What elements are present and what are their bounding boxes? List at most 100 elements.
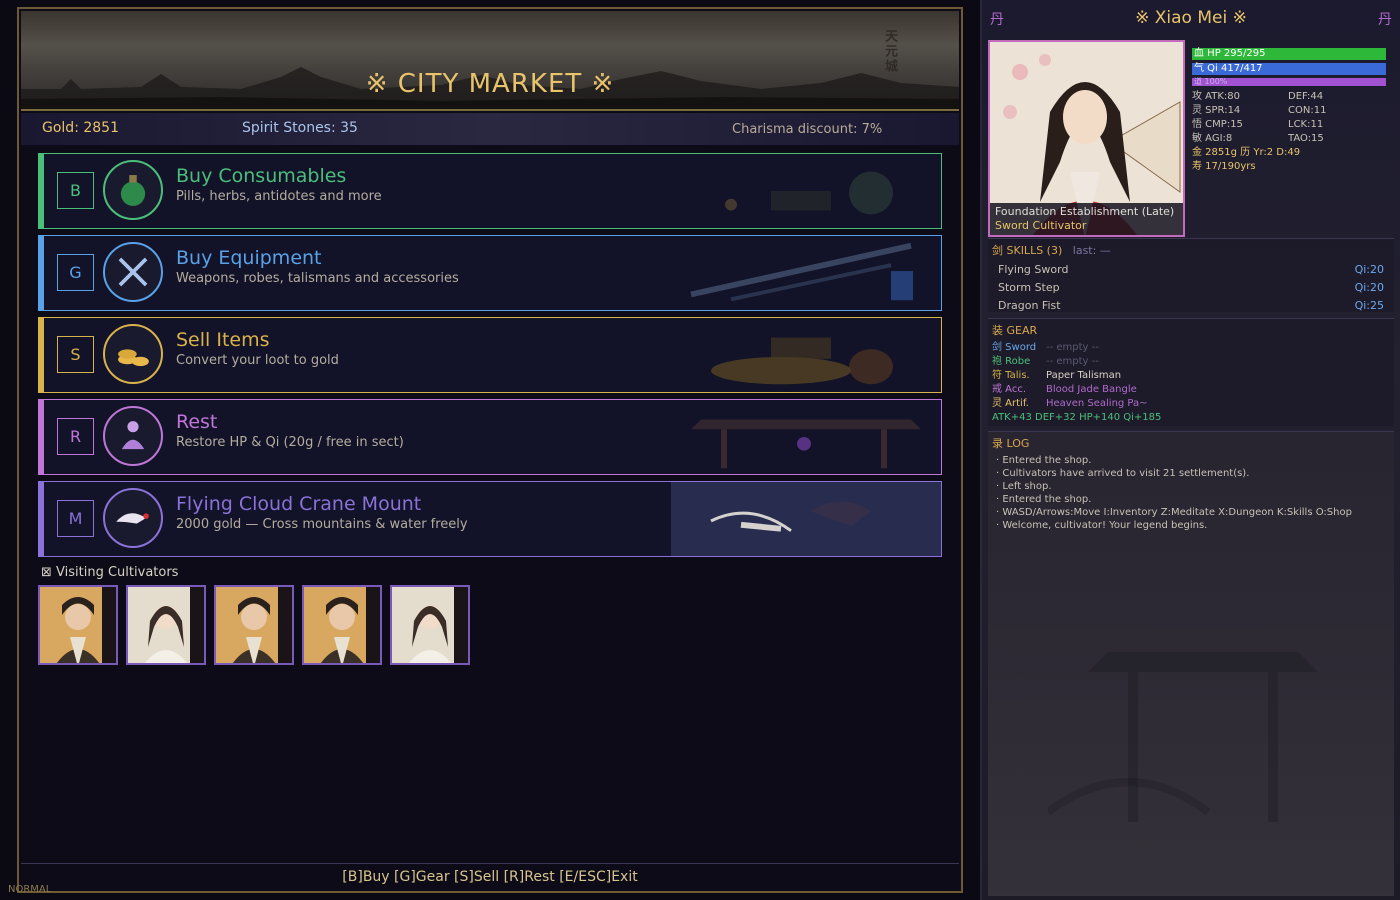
character-class: Sword Cultivator [995,219,1087,232]
market-option-buy-consumables[interactable]: B Buy Consumables Pills, herbs, antidotes … [38,153,942,229]
market-option-rest[interactable]: R Rest Restore HP & Qi (20g / free in sect… [38,399,942,475]
gear-slot: 戒 Acc. [992,384,1027,395]
skill-row[interactable]: Dragon Fist Qi:25 [988,297,1394,315]
stat-def: DEF:44 [1288,91,1324,102]
option-label: Flying Cloud Crane Mount [176,493,422,515]
sword-square-icon: ⊠ [41,565,52,580]
option-label: Sell Items [176,329,270,351]
visitor-portrait[interactable] [390,585,470,665]
option-description: Weapons, robes, talismans and accessorie… [176,271,459,286]
option-label: Buy Equipment [176,247,322,269]
option-art [725,171,893,215]
option-art [711,337,893,385]
mode-indicator: NORMAL [8,884,52,895]
option-stripe [39,482,44,556]
character-panel: 丹 ※ Xiao Mei ※ 丹 Foundation Establishmen… [980,0,1400,900]
option-art [671,482,941,556]
gold-amount: Gold: 2851 [42,120,119,136]
visitor-portrait[interactable] [214,585,294,665]
option-stripe [39,318,44,392]
log-line: · Entered the shop. [996,455,1092,466]
gear-item: -- empty -- [1046,356,1099,367]
gear-slot: 袍 Robe [992,356,1031,367]
hp-bar: 血 HP 295/295 [1192,48,1386,60]
gear-slot: 符 Talis. [992,370,1030,381]
hotkey-badge[interactable]: B [57,172,94,209]
log-line: · Entered the shop. [996,494,1092,505]
banner-calligraphy: 天元城 [882,29,897,74]
market-option-buy-equipment[interactable]: G Buy Equipment Weapons, robes, talismans … [38,235,942,311]
gear-item: Blood Jade Bangle [1046,384,1137,395]
stat-cmp: 悟 CMP:15 [1192,119,1243,130]
gear-slot: 灵 Artif. [992,398,1029,409]
skills-last: last: — [1072,244,1111,257]
keybind-help: [B]Buy [G]Gear [S]Sell [R]Rest [E/ESC]Ex… [21,863,959,891]
character-portrait: Foundation Establishment (Late) Sword Cu… [988,40,1185,237]
gear-header: 装 GEAR [992,324,1038,337]
spirit-stones-amount: Spirit Stones: 35 [242,120,358,136]
hotkey-badge[interactable]: M [57,500,94,537]
cultivation-realm: Foundation Establishment (Late) [995,205,1175,218]
gear-row[interactable]: 符 Talis. Paper Talisman [988,369,1394,383]
hotkey-badge[interactable]: S [57,336,94,373]
visitor-portrait[interactable] [302,585,382,665]
hotkey-badge[interactable]: R [57,418,94,455]
option-art [690,242,913,302]
option-description: Convert your loot to gold [176,353,339,368]
charisma-discount: Charisma discount: 7% [732,122,883,137]
option-stripe [39,400,44,474]
option-stripe [39,154,44,228]
log-line: · WASD/Arrows:Move I:Inventory Z:Meditat… [996,507,1352,518]
hotkey-badge[interactable]: G [57,254,94,291]
gear-item: -- empty -- [1046,342,1099,353]
market-banner: 天元城 ※ CITY MARKET ※ [21,11,959,111]
log-line: · Cultivators have arrived to visit 21 s… [996,468,1250,479]
market-panel: 天元城 ※ CITY MARKET ※ Gold: 2851 Spirit St… [17,7,963,893]
pagoda-art [1048,652,1318,822]
option-description: Restore HP & Qi (20g / free in sect) [176,435,404,450]
page-title: ※ CITY MARKET ※ [365,69,615,99]
stat-tao: TAO:15 [1288,133,1324,144]
skill-row[interactable]: Flying Sword Qi:20 [988,261,1394,279]
gear-row[interactable]: 剑 Sword -- empty -- [988,341,1394,355]
gear-slot: 剑 Sword [992,342,1037,353]
option-description: Pills, herbs, antidotes and more [176,189,382,204]
gear-row[interactable]: 戒 Acc. Blood Jade Bangle [988,383,1394,397]
qi-bar: 气 Qi 417/417 [1192,63,1386,75]
gold-year-line: 金 2851g 历 Yr:2 D:49 [1192,147,1301,158]
tao-bar: 道 100% [1192,78,1386,86]
stat-agi: 敏 AGI:8 [1192,133,1233,144]
stat-lck: LCK:11 [1288,119,1324,130]
coins-icon [103,324,163,384]
option-art [691,419,921,469]
skills-section: 剑 SKILLS (3) last: — Flying Sword Qi:20 S… [988,238,1394,312]
log-line: · Welcome, cultivator! Your legend begin… [996,520,1208,531]
log-header: 录 LOG [992,437,1030,450]
log-section: 录 LOG · Entered the shop. · Cultivators h… [988,431,1394,896]
skills-header: 剑 SKILLS (3) last: — [992,244,1111,257]
character-name: ※ Xiao Mei ※ [1135,8,1247,28]
currency-bar: Gold: 2851 Spirit Stones: 35 Charisma di… [21,113,959,145]
crane-icon [103,488,163,548]
skill-row[interactable]: Storm Step Qi:20 [988,279,1394,297]
option-label: Buy Consumables [176,165,347,187]
cultivation-realm-box: Foundation Establishment (Late) Sword Cu… [990,203,1183,235]
gear-item: Heaven Sealing Pa~ [1046,398,1148,409]
gear-row[interactable]: 灵 Artif. Heaven Sealing Pa~ [988,397,1394,411]
gear-totals: ATK+43 DEF+32 HP+140 Qi+185 [992,412,1162,423]
market-option-sell-items[interactable]: S Sell Items Convert your loot to gold [38,317,942,393]
gear-row[interactable]: 袍 Robe -- empty -- [988,355,1394,369]
visiting-cultivators-label: ⊠ Visiting Cultivators [41,565,179,580]
market-option-flying-cloud-crane-mount[interactable]: M Flying Cloud Crane Mount 2000 gold — Cro… [38,481,942,557]
option-label: Rest [176,411,218,433]
stat-atk: 攻 ATK:80 [1192,91,1241,102]
stats-grid: 攻 ATK:80 DEF:44 灵 SPR:14 CON:11 悟 CMP:15 LC… [1192,90,1386,174]
lifespan: 寿 17/190yrs [1192,161,1256,172]
option-description: 2000 gold — Cross mountains & water free… [176,517,468,532]
option-stripe [39,236,44,310]
potion-icon [103,160,163,220]
dan-icon: 丹 [1378,12,1392,28]
log-line: · Left shop. [996,481,1052,492]
visitor-portrait[interactable] [38,585,118,665]
visitor-portrait[interactable] [126,585,206,665]
